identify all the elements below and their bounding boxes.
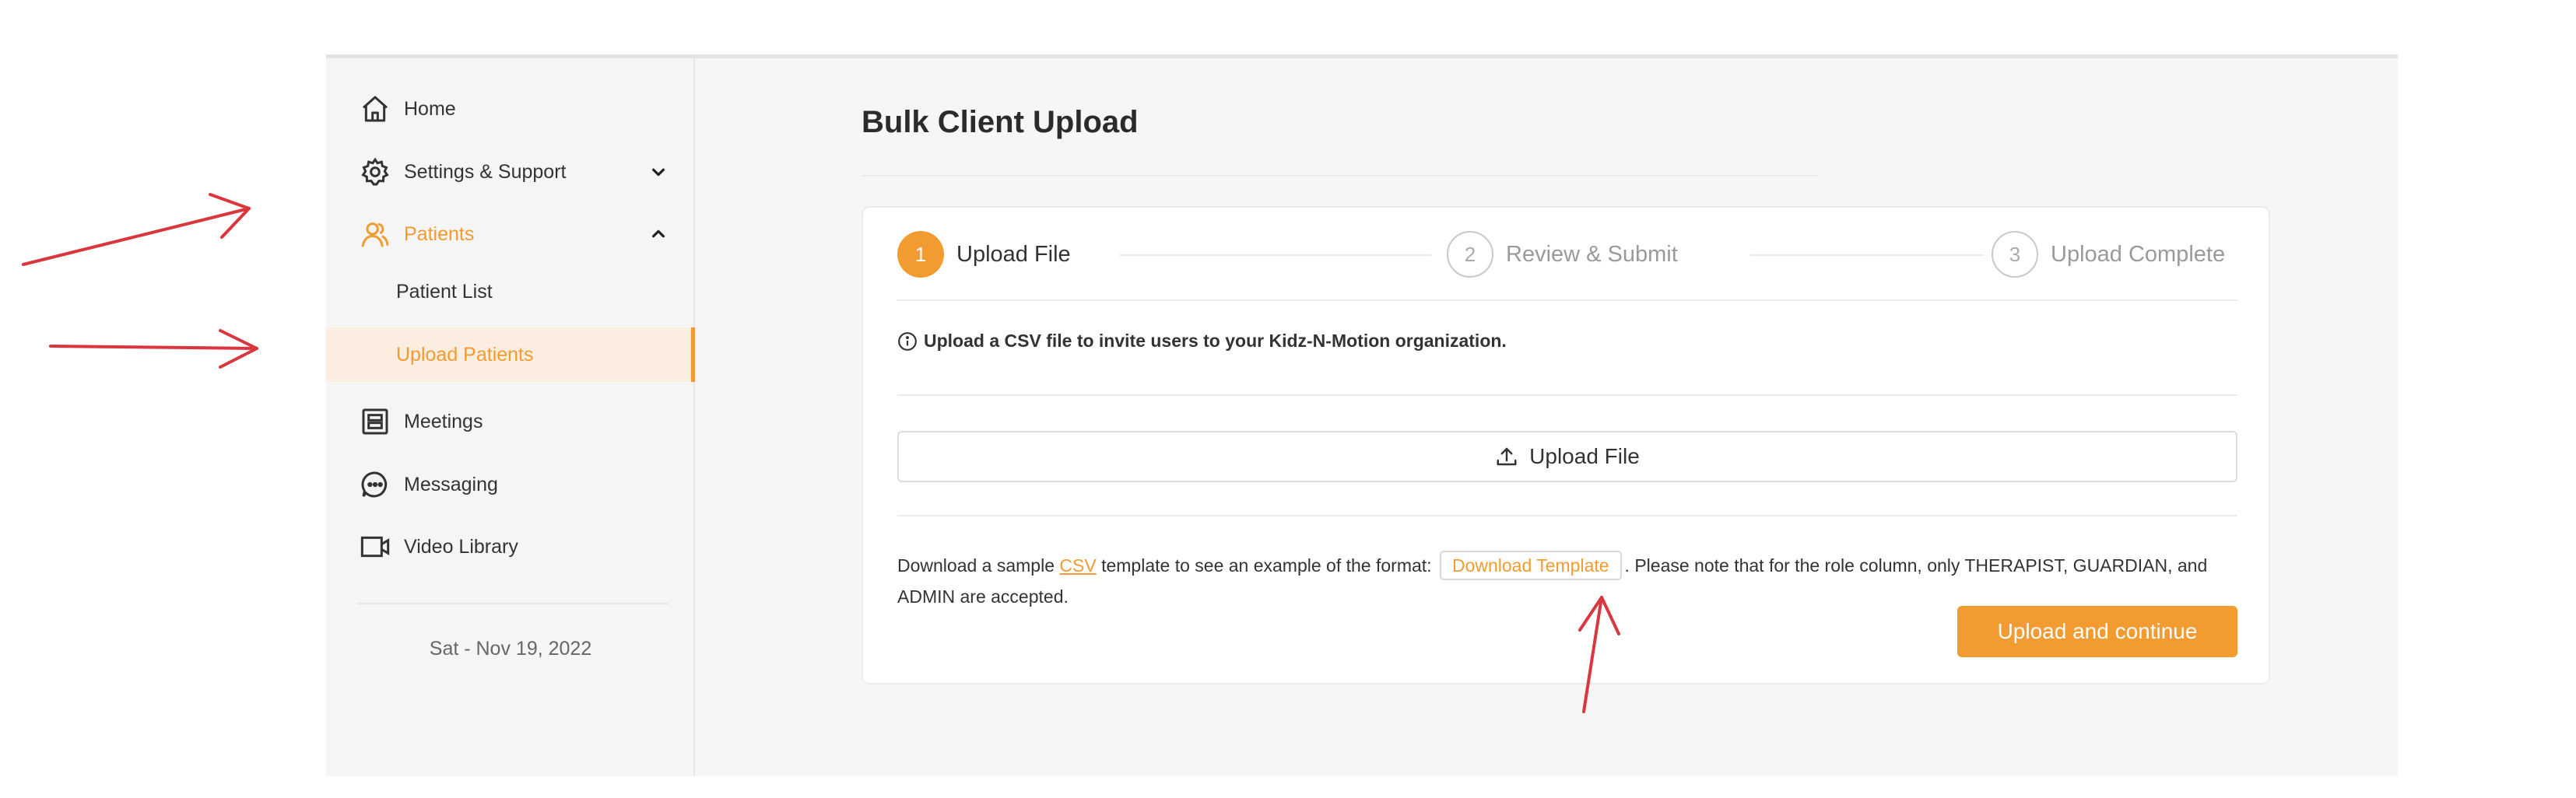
info-message: Upload a CSV file to invite users to you… — [897, 331, 1507, 352]
sidebar-item-patients[interactable]: Patients — [326, 203, 695, 265]
info-icon — [898, 331, 917, 351]
home-icon — [357, 91, 393, 127]
upload-and-continue-button[interactable]: Upload and continue — [1957, 606, 2237, 657]
step-label: Review & Submit — [1506, 241, 1678, 267]
upload-file-label: Upload File — [1529, 444, 1640, 468]
divider — [897, 394, 2237, 396]
divider — [897, 515, 2237, 516]
sidebar-item-label: Messaging — [404, 473, 498, 495]
sidebar-item-label: Settings & Support — [404, 160, 567, 183]
step-connector — [1120, 254, 1431, 256]
sidebar-subitem-label: Patient List — [396, 280, 493, 303]
gear-icon — [357, 154, 393, 190]
step-review-submit: 2 Review & Submit — [1447, 231, 1678, 278]
step-number: 2 — [1447, 231, 1493, 278]
upload-file-button[interactable]: Upload File — [897, 431, 2237, 482]
sidebar-subitem-label: Upload Patients — [396, 343, 534, 366]
annotation-arrow-patients — [22, 193, 251, 266]
step-upload-complete: 3 Upload Complete — [1992, 231, 2225, 278]
step-upload-file: 1 Upload File — [897, 231, 1071, 278]
template-note: Download a sample CSV template to see an… — [897, 550, 2237, 612]
note-middle: template to see an example of the format… — [1101, 555, 1432, 576]
patients-icon — [357, 216, 393, 252]
sidebar-item-settings[interactable]: Settings & Support — [326, 141, 695, 203]
sidebar-item-messaging[interactable]: Messaging — [326, 453, 695, 516]
divider — [897, 299, 2237, 301]
annotation-arrow-upload-patients — [49, 329, 258, 369]
upload-icon — [1497, 447, 1517, 466]
download-template-button[interactable]: Download Template — [1439, 551, 1622, 580]
note-prefix: Download a sample — [897, 555, 1055, 576]
sidebar: Home Settings & Support Patients Patient… — [326, 58, 695, 776]
video-icon — [357, 529, 393, 565]
step-label: Upload Complete — [2051, 241, 2226, 267]
step-connector — [1750, 254, 1984, 256]
title-divider — [862, 175, 1819, 177]
meetings-icon — [357, 404, 393, 439]
chevron-up-icon[interactable] — [647, 222, 670, 246]
chat-icon — [357, 467, 393, 502]
sidebar-item-home[interactable]: Home — [326, 78, 695, 140]
page-title: Bulk Client Upload — [862, 105, 1139, 139]
sidebar-item-label: Video Library — [404, 535, 518, 558]
step-number: 3 — [1992, 231, 2038, 278]
upload-card: 1 Upload File 2 Review & Submit 3 Upload… — [862, 206, 2270, 684]
step-number: 1 — [897, 231, 944, 278]
info-text: Upload a CSV file to invite users to you… — [924, 331, 1507, 351]
csv-link[interactable]: CSV — [1059, 555, 1096, 576]
sidebar-subitem-patient-list[interactable]: Patient List — [326, 264, 695, 319]
sidebar-item-label: Home — [404, 97, 456, 120]
sidebar-item-label: Patients — [404, 222, 475, 245]
sidebar-item-video-library[interactable]: Video Library — [326, 516, 695, 578]
sidebar-subitem-upload-patients[interactable]: Upload Patients — [326, 327, 695, 382]
current-date: Sat - Nov 19, 2022 — [429, 638, 592, 660]
sidebar-item-label: Meetings — [404, 410, 483, 432]
app-window: Home Settings & Support Patients Patient… — [326, 54, 2398, 776]
chevron-down-icon[interactable] — [647, 160, 670, 184]
sidebar-divider — [357, 603, 669, 604]
sidebar-item-meetings[interactable]: Meetings — [326, 390, 695, 453]
step-label: Upload File — [956, 241, 1071, 267]
